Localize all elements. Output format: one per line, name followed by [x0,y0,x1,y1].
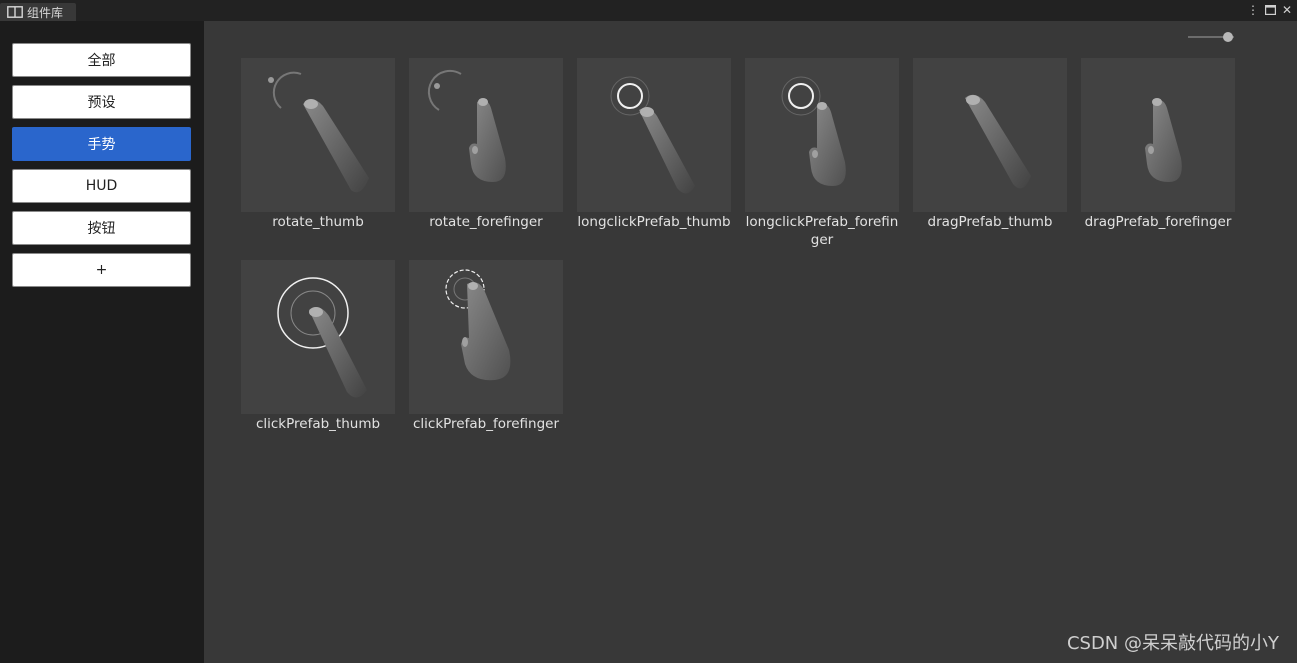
drag-forefinger-icon [1081,58,1235,212]
asset-item[interactable]: rotate_thumb [241,58,395,231]
rotate-thumb-icon [241,58,395,212]
drag-thumb-icon [913,58,1067,212]
category-gesture-button[interactable]: 手势 [12,127,191,161]
watermark-text: CSDN @呆呆敲代码的小Y [1066,633,1279,654]
close-icon[interactable]: ✕ [1281,3,1293,17]
zoom-slider-handle[interactable] [1222,32,1233,42]
asset-label: clickPrefab_forefinger [412,416,560,432]
longclick-thumb-icon [577,58,731,212]
rotate-forefinger-icon [409,58,563,212]
asset-label: dragPrefab_forefinger [1084,214,1232,230]
category-hud-button[interactable]: HUD [12,169,191,203]
asset-label: rotate_thumb [272,214,364,230]
asset-label: rotate_forefinger [429,214,543,230]
more-menu-icon[interactable]: ⋮ [1247,3,1259,17]
asset-item[interactable]: longclickPrefab_thumb [577,58,731,231]
asset-label: dragPrefab_thumb [927,214,1053,230]
zoom-slider[interactable] [1188,32,1238,42]
book-icon [7,6,23,18]
category-all-button[interactable]: 全部 [12,43,191,77]
tab-component-library[interactable]: 组件库 [0,3,76,21]
category-preset-button[interactable]: 预设 [12,85,191,119]
asset-label: longclickPrefab_forefinger [745,214,899,248]
add-category-button[interactable]: + [12,253,191,287]
title-bar: 组件库 ⋮ ✕ [0,0,1297,21]
tab-title: 组件库 [27,5,64,20]
asset-item[interactable]: dragPrefab_thumb [913,58,1067,231]
longclick-forefinger-icon [745,58,899,212]
window-controls: ⋮ ✕ [1247,2,1293,18]
asset-grid-panel: rotate_thumb rotate_forefinger longclick… [204,21,1297,663]
maximize-icon[interactable] [1264,3,1276,17]
app-window: 组件库 ⋮ ✕ 全部 预设 手势 HUD 按钮 + rotate_thumb r… [0,0,1297,663]
asset-item[interactable]: clickPrefab_forefinger [409,260,563,433]
asset-label: clickPrefab_thumb [255,416,381,432]
category-button-button[interactable]: 按钮 [12,211,191,245]
asset-label: longclickPrefab_thumb [577,214,731,230]
category-sidebar: 全部 预设 手势 HUD 按钮 + [0,21,204,663]
click-thumb-icon [241,260,395,414]
asset-item[interactable]: clickPrefab_thumb [241,260,395,433]
click-forefinger-icon [409,260,563,414]
asset-item[interactable]: longclickPrefab_forefinger [745,58,899,249]
asset-item[interactable]: rotate_forefinger [409,58,563,231]
asset-item[interactable]: dragPrefab_forefinger [1081,58,1235,231]
